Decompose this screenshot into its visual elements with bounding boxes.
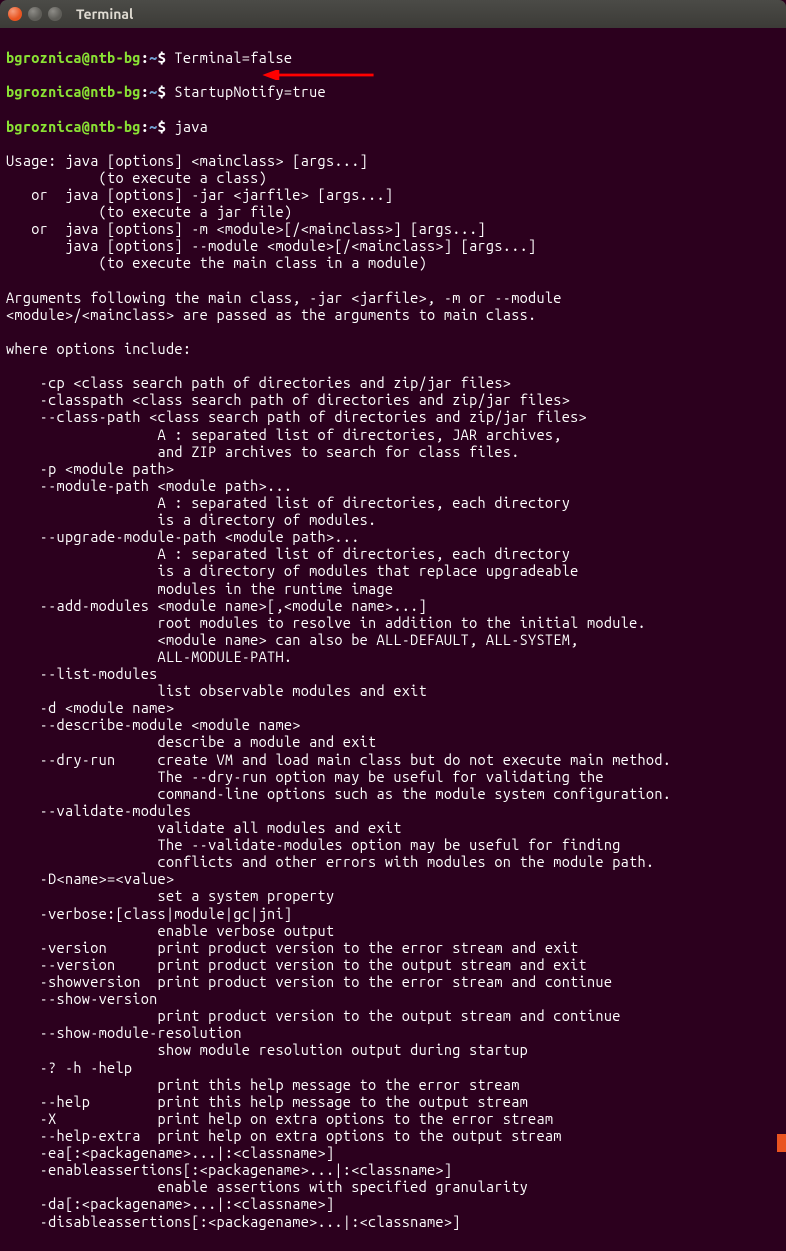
maximize-icon[interactable] xyxy=(48,7,62,21)
prompt-path: ~ xyxy=(149,49,157,66)
scrollbar-thumb[interactable] xyxy=(777,1134,786,1152)
prompt-dollar: $ xyxy=(158,83,175,100)
prompt-path: ~ xyxy=(149,83,157,100)
command-text: StartupNotify=true xyxy=(174,83,326,100)
prompt-line: bgroznica@ntb-bg:~$ Terminal=false xyxy=(6,49,780,66)
prompt-colon: : xyxy=(141,83,149,100)
minimize-icon[interactable] xyxy=(28,7,42,21)
prompt-user: bgroznica@ntb-bg xyxy=(6,49,141,66)
prompt-user: bgroznica@ntb-bg xyxy=(6,83,141,100)
prompt-dollar: $ xyxy=(158,49,175,66)
prompt-path: ~ xyxy=(149,118,157,135)
window-titlebar: Terminal xyxy=(0,0,786,28)
prompt-line: bgroznica@ntb-bg:~$ StartupNotify=true xyxy=(6,83,780,100)
window-title: Terminal xyxy=(76,6,133,23)
close-icon[interactable] xyxy=(8,7,22,21)
terminal-output[interactable]: bgroznica@ntb-bg:~$ Terminal=false bgroz… xyxy=(0,28,786,1251)
java-usage-output: Usage: java [options] <mainclass> [args.… xyxy=(6,152,780,1230)
prompt-colon: : xyxy=(141,118,149,135)
prompt-dollar: $ xyxy=(158,118,175,135)
prompt-colon: : xyxy=(141,49,149,66)
prompt-user: bgroznica@ntb-bg xyxy=(6,118,141,135)
command-text: Terminal=false xyxy=(174,49,292,66)
prompt-line: bgroznica@ntb-bg:~$ java xyxy=(6,118,780,135)
command-text: java xyxy=(174,118,208,135)
